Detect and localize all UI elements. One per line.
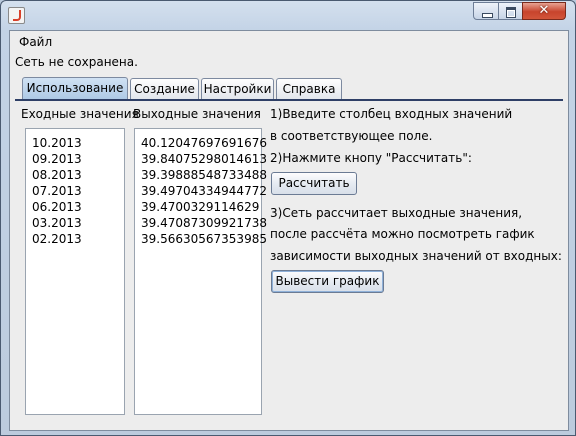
instruction-step3-line1: 3)Сеть рассчитает выходные значения, <box>270 206 523 220</box>
list-item[interactable]: 09.2013 <box>32 152 82 166</box>
list-item[interactable]: 39.56630567353985 <box>141 232 267 246</box>
list-item[interactable]: 39.49704334944772 <box>141 184 267 198</box>
instruction-step3-line2: после рассчёта можно посмотреть гафик <box>270 227 535 241</box>
menu-bar: Файл <box>10 31 568 51</box>
tab-settings[interactable]: Настройки <box>201 78 274 99</box>
list-item[interactable]: 40.12047697691676 <box>141 136 267 150</box>
tab-underline <box>15 99 563 101</box>
tab-create[interactable]: Создание <box>130 78 199 99</box>
list-item[interactable]: 02.2013 <box>32 232 82 246</box>
list-item[interactable]: 03.2013 <box>32 216 82 230</box>
list-item[interactable]: 06.2013 <box>32 200 82 214</box>
list-item[interactable]: 39.84075298014613 <box>141 152 267 166</box>
minimize-icon <box>482 13 493 18</box>
maximize-button[interactable] <box>498 2 523 20</box>
input-values-list[interactable]: 10.2013 09.2013 08.2013 07.2013 06.2013 … <box>25 128 125 415</box>
app-window: ✕ Файл Сеть не сохранена. Использование … <box>0 0 576 436</box>
list-item[interactable]: 39.47087309921738 <box>141 216 267 230</box>
minimize-button[interactable] <box>473 2 499 20</box>
list-item[interactable]: 39.39888548733488 <box>141 168 267 182</box>
title-bar[interactable]: ✕ <box>1 1 575 29</box>
input-list-header: Exодные значения <box>21 107 139 121</box>
instruction-step1-line2: в соответствующее поле. <box>270 129 433 143</box>
close-icon: ✕ <box>538 3 550 18</box>
calculate-button[interactable]: Рассчитать <box>271 172 357 195</box>
instruction-step2: 2)Нажмите кнопу "Рассчитать": <box>270 151 472 165</box>
tab-help[interactable]: Справка <box>276 78 342 99</box>
list-item[interactable]: 07.2013 <box>32 184 82 198</box>
client-area: Файл Сеть не сохранена. Использование Со… <box>9 30 569 431</box>
list-item[interactable]: 10.2013 <box>32 136 82 150</box>
instruction-step1-line1: 1)Введите столбец входных значений <box>270 107 513 121</box>
list-item[interactable]: 39.4700329114629 <box>141 200 259 214</box>
java-app-icon[interactable] <box>8 7 25 24</box>
output-values-list[interactable]: 40.12047697691676 39.84075298014613 39.3… <box>134 128 267 415</box>
output-list-header: Выходные значения <box>133 107 261 121</box>
tab-usage[interactable]: Использование <box>22 77 128 99</box>
maximize-icon <box>506 7 516 18</box>
menu-file[interactable]: Файл <box>19 35 52 49</box>
list-item[interactable]: 08.2013 <box>32 168 82 182</box>
status-label: Сеть не сохранена. <box>15 55 138 69</box>
plot-graph-button[interactable]: Вывести график <box>271 270 384 293</box>
close-button[interactable]: ✕ <box>522 2 566 20</box>
instruction-step3-line3: зависимости выходных значений от входных… <box>270 249 562 263</box>
